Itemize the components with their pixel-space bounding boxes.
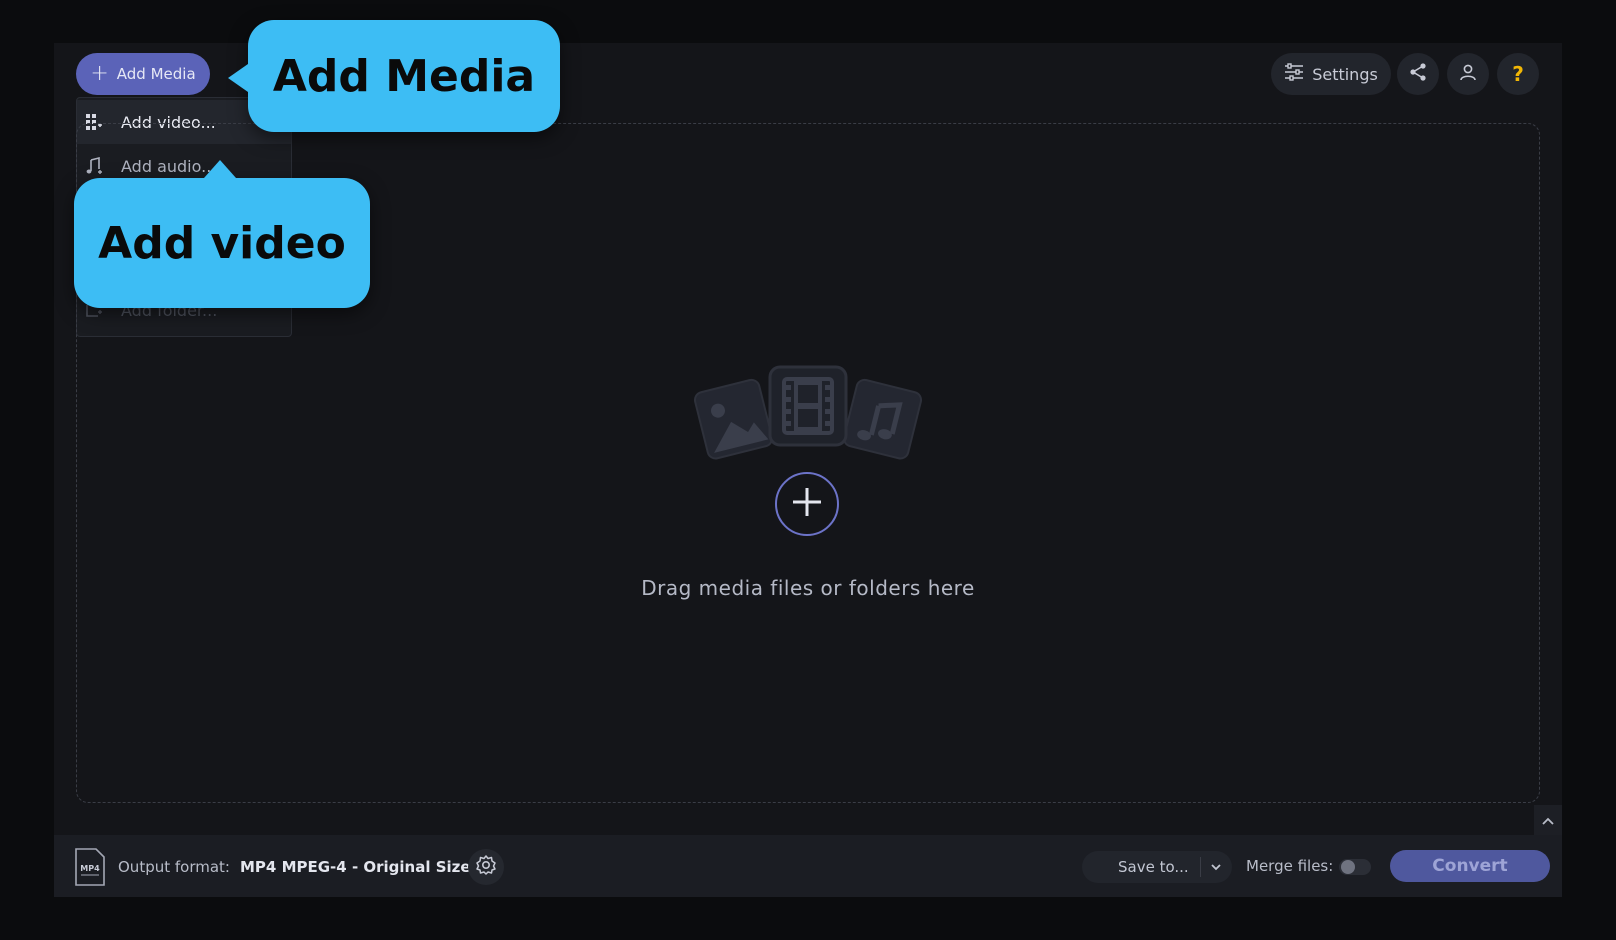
plus-icon: + (90, 61, 109, 86)
output-format-value[interactable]: MP4 MPEG-4 - Original Size (240, 858, 471, 876)
format-settings-button[interactable] (468, 849, 504, 885)
save-to-label: Save to... (1118, 858, 1189, 876)
media-types-illustration-icon (686, 363, 930, 471)
format-icon-text: MP4 (80, 864, 100, 873)
settings-button[interactable]: Settings (1271, 53, 1391, 95)
share-icon (1408, 62, 1428, 86)
drop-zone-hint: Drag media files or folders here (641, 576, 975, 600)
merge-files-toggle[interactable] (1339, 859, 1371, 875)
save-to-button[interactable]: Save to... (1082, 851, 1232, 883)
callout-add-video: Add video (74, 160, 370, 308)
add-media-label: Add Media (116, 65, 196, 83)
mp4-file-icon[interactable]: MP4 (74, 847, 106, 887)
app-window: + Add Media Add video... Add audio... Ad… (54, 43, 1562, 897)
bottom-bar: MP4 Output format: MP4 MPEG-4 - Original… (54, 835, 1562, 897)
collapse-button[interactable] (1534, 805, 1562, 835)
user-icon (1458, 62, 1478, 86)
sliders-icon (1284, 63, 1304, 85)
gear-icon (475, 854, 497, 880)
settings-label: Settings (1312, 64, 1378, 84)
add-files-button[interactable] (775, 472, 839, 536)
output-format-label: Output format: (118, 858, 230, 876)
callout-add-media: Add Media (228, 20, 560, 132)
chevron-down-icon[interactable] (1201, 863, 1231, 871)
toggle-knob (1341, 860, 1355, 874)
plus-icon (790, 485, 824, 523)
help-icon: ? (1512, 62, 1524, 86)
account-button[interactable] (1447, 53, 1489, 95)
merge-files-label: Merge files: (1246, 857, 1334, 875)
convert-button[interactable]: Convert (1390, 850, 1550, 882)
add-media-button[interactable]: + Add Media (76, 53, 210, 95)
share-button[interactable] (1397, 53, 1439, 95)
chevron-up-icon (1541, 811, 1555, 830)
help-button[interactable]: ? (1497, 53, 1539, 95)
